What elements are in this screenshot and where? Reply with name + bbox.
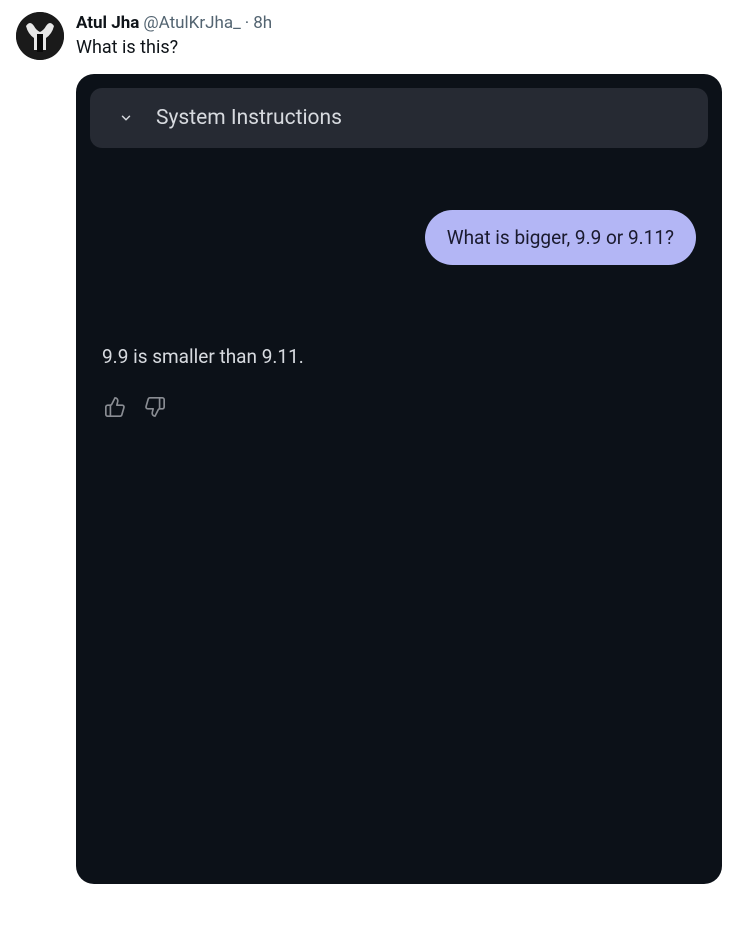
tweet-header: Atul Jha @AtulKrJha_ · 8h	[76, 12, 722, 34]
feedback-buttons	[102, 394, 700, 420]
assistant-message: 9.9 is smaller than 9.11.	[102, 345, 700, 368]
user-message-row: What is bigger, 9.9 or 9.11?	[98, 210, 696, 265]
chat-body: What is bigger, 9.9 or 9.11? 9.9 is smal…	[90, 148, 708, 864]
user-message: What is bigger, 9.9 or 9.11?	[425, 210, 696, 265]
system-instructions-label: System Instructions	[156, 106, 342, 130]
embedded-chat: System Instructions What is bigger, 9.9 …	[76, 74, 722, 884]
separator: ·	[245, 12, 249, 34]
thumbs-down-button[interactable]	[142, 394, 168, 420]
timestamp[interactable]: 8h	[253, 12, 272, 34]
tweet: Atul Jha @AtulKrJha_ · 8h What is this? …	[16, 12, 722, 884]
system-instructions-header[interactable]: System Instructions	[90, 88, 708, 148]
handle[interactable]: @AtulKrJha_	[143, 12, 240, 34]
assistant-message-row: 9.9 is smaller than 9.11.	[102, 345, 700, 368]
thumbs-up-button[interactable]	[102, 394, 128, 420]
tweet-text: What is this?	[76, 36, 722, 60]
avatar[interactable]	[16, 12, 64, 60]
chevron-down-icon	[118, 110, 134, 126]
thumbs-up-icon	[104, 396, 126, 418]
tweet-content: Atul Jha @AtulKrJha_ · 8h What is this? …	[76, 12, 722, 884]
display-name[interactable]: Atul Jha	[76, 12, 139, 34]
thumbs-down-icon	[144, 396, 166, 418]
